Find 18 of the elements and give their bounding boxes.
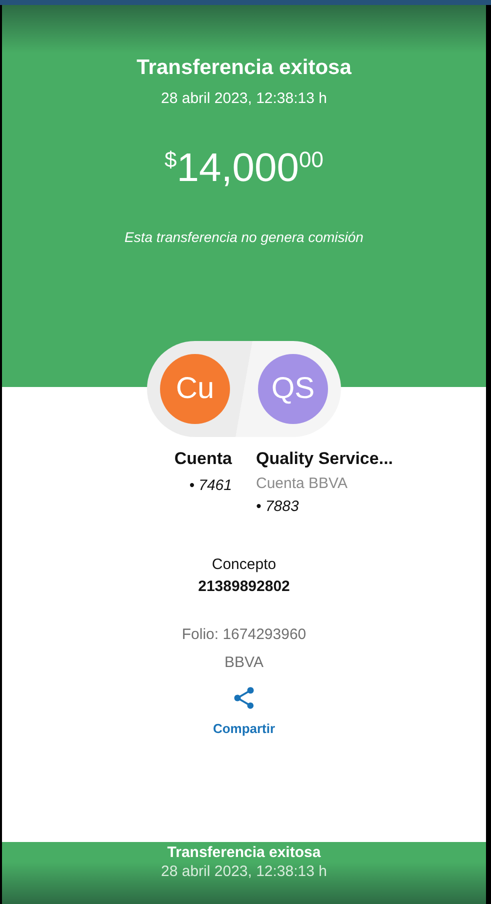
share-button[interactable]: Compartir: [212, 685, 276, 736]
account-name: Quality Service...: [256, 448, 394, 470]
account-type: Cuenta BBVA: [256, 475, 348, 492]
title: Transferencia exitosa: [167, 844, 321, 861]
title: Transferencia exitosa: [136, 55, 352, 81]
date-text: 28 abril 2023, 12:38:13 h: [161, 863, 327, 880]
account-name: Cuenta: [174, 448, 232, 470]
amount: $^{$}$14,000$^{00}$: [164, 145, 324, 191]
folio-text: Folio: 1674293960: [182, 626, 306, 643]
commission-note: Esta transferencia no genera comisión: [124, 229, 364, 245]
avatar: Cu: [160, 354, 230, 424]
avatar: QS: [258, 354, 328, 424]
concept-value: 21389892802: [198, 577, 290, 597]
bank-name: BBVA: [224, 654, 264, 671]
account-number: • 7883: [256, 497, 299, 517]
date-text: 28 abril 2023, 12:38:13 h: [161, 90, 327, 107]
concept-label: Concepto: [210, 555, 278, 575]
account-number: • 7461: [189, 476, 232, 496]
